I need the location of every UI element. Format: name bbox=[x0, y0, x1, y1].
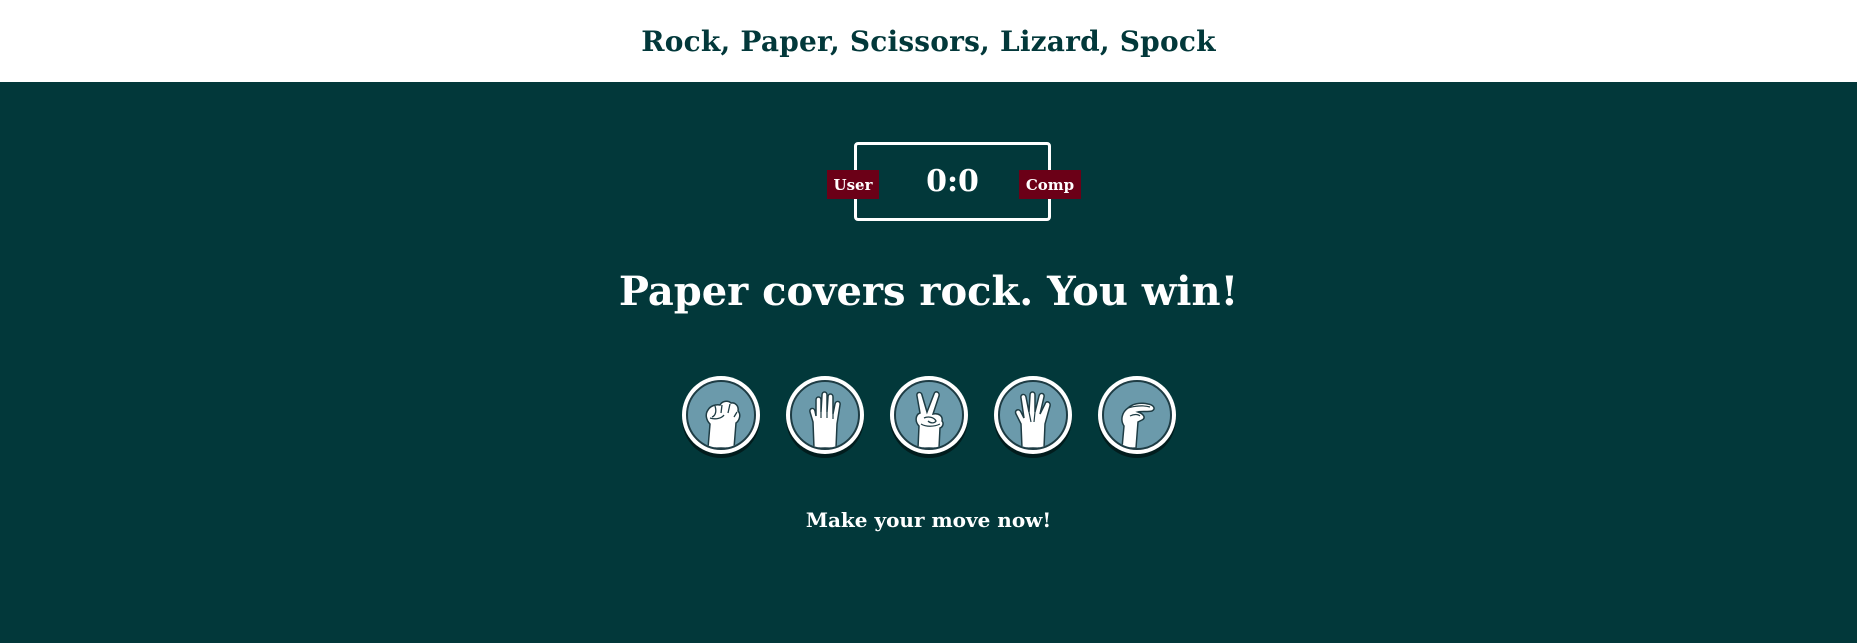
lizard-hand-icon bbox=[1014, 391, 1051, 448]
move-prompt: Make your move now! bbox=[805, 508, 1052, 532]
scissors-button[interactable] bbox=[889, 376, 968, 454]
user-badge: User bbox=[827, 170, 879, 199]
choice-buttons bbox=[0, 376, 1857, 454]
page-header: Rock, Paper, Scissors, Lizard, Spock bbox=[0, 0, 1857, 82]
rock-button[interactable] bbox=[681, 376, 760, 454]
spock-hand-icon bbox=[1120, 402, 1155, 448]
page-title: Rock, Paper, Scissors, Lizard, Spock bbox=[641, 24, 1216, 58]
rock-hand-icon bbox=[705, 400, 740, 448]
comp-badge: Comp bbox=[1019, 170, 1081, 199]
paper-hand-icon bbox=[808, 391, 841, 448]
paper-button[interactable] bbox=[785, 376, 864, 454]
lizard-button[interactable] bbox=[993, 376, 1072, 454]
result-message: Paper covers rock. You win! bbox=[618, 268, 1239, 315]
scissors-hand-icon bbox=[914, 391, 944, 448]
game-area: 0:0 User Comp Paper covers rock. You win… bbox=[0, 82, 1857, 643]
spock-button[interactable] bbox=[1097, 376, 1176, 454]
